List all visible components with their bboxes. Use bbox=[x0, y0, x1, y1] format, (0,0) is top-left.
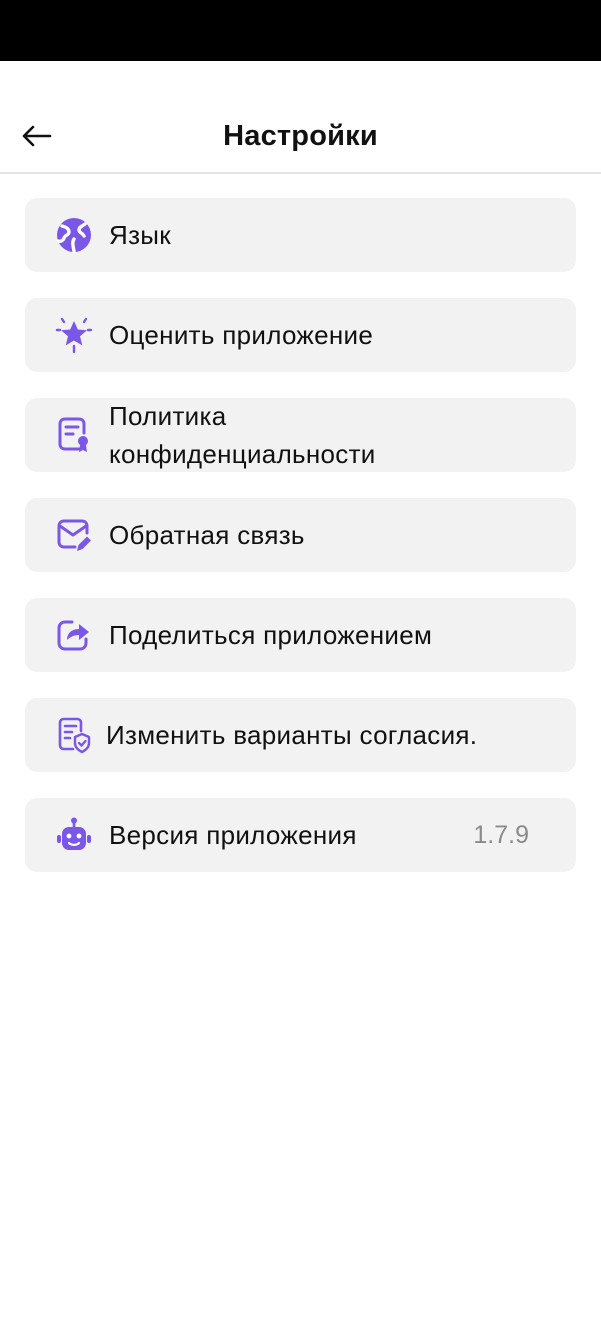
globe-icon bbox=[55, 216, 93, 254]
settings-list: Язык Оценить приложение Политика конфиде… bbox=[25, 198, 576, 898]
mail-edit-icon bbox=[55, 516, 93, 554]
settings-item-label: Язык bbox=[109, 219, 171, 250]
settings-item-label: Оценить приложение bbox=[109, 319, 374, 350]
settings-item-label: Обратная связь bbox=[109, 519, 305, 550]
share-icon bbox=[55, 616, 93, 654]
settings-item-language[interactable]: Язык bbox=[25, 198, 576, 272]
settings-item-share-app[interactable]: Поделиться приложением bbox=[25, 598, 576, 672]
star-icon bbox=[55, 316, 93, 354]
settings-item-label: Изменить варианты согласия. bbox=[106, 719, 478, 750]
settings-item-privacy-policy[interactable]: Политика конфиденциальности bbox=[25, 398, 576, 472]
settings-item-label: Поделиться приложением bbox=[109, 619, 433, 650]
page-title: Настройки bbox=[223, 120, 378, 152]
app-header: Настройки bbox=[0, 61, 601, 174]
settings-item-consent-options[interactable]: Изменить варианты согласия. bbox=[25, 698, 576, 772]
settings-item-feedback[interactable]: Обратная связь bbox=[25, 498, 576, 572]
document-shield-icon bbox=[55, 716, 93, 754]
status-bar bbox=[0, 0, 601, 61]
app-version-value: 1.7.9 bbox=[473, 820, 529, 849]
robot-icon bbox=[55, 816, 93, 854]
document-badge-icon bbox=[55, 416, 93, 454]
settings-item-rate-app[interactable]: Оценить приложение bbox=[25, 298, 576, 372]
settings-item-app-version: Версия приложения 1.7.9 bbox=[25, 798, 576, 872]
settings-item-label: Версия приложения bbox=[109, 819, 357, 850]
settings-item-label: Политика конфиденциальности bbox=[109, 401, 376, 469]
